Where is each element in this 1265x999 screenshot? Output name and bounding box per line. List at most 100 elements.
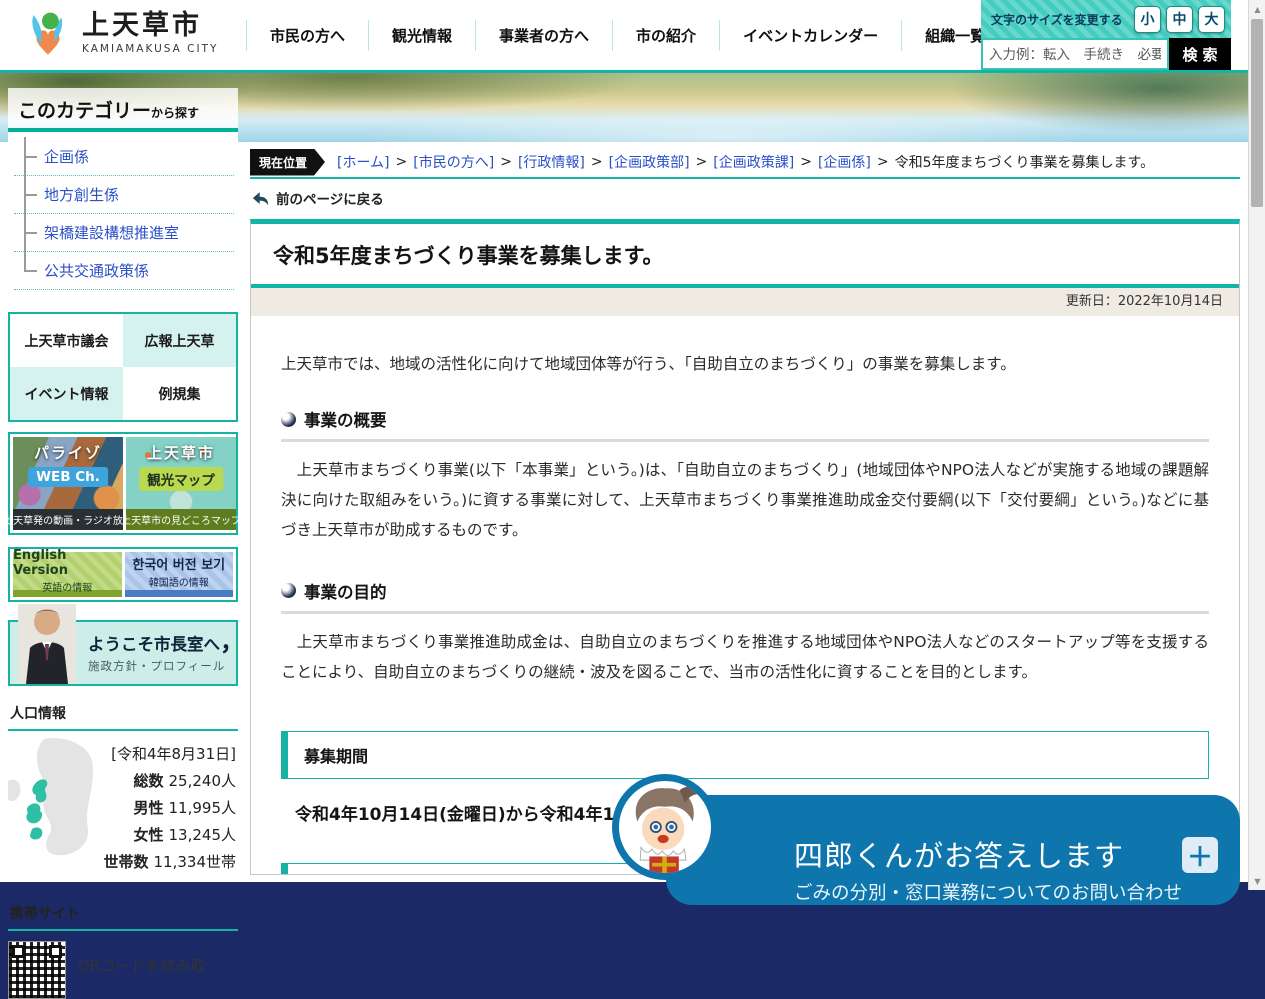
- breadcrumb-link-kikakuseisakubu[interactable]: [企画政策部]: [609, 152, 690, 172]
- sightseeing-map-banner[interactable]: 上天草市 観光マップ 上天草市の見どころマップ: [126, 437, 236, 530]
- scroll-down-icon[interactable]: ▼: [1249, 873, 1265, 889]
- breadcrumb: 現在位置 [ホーム] > [市民の方へ] > [行政情報] > [企画政策部] …: [250, 150, 1240, 174]
- banner-title: English Version: [13, 548, 122, 578]
- population-row: 女性13,245人: [94, 822, 236, 849]
- scroll-up-icon[interactable]: ▲: [1249, 1, 1265, 17]
- section-bullet-icon: [281, 583, 296, 598]
- page-title: 令和5年度まちづくり事業を募集します。: [251, 224, 1239, 284]
- banner-strip: [125, 590, 234, 597]
- updated-date-bar: 更新日：2022年10月14日: [251, 288, 1239, 316]
- sightseeing-map-image: 上天草市 観光マップ: [126, 437, 236, 509]
- quick-link-koho[interactable]: 広報上天草: [123, 314, 236, 367]
- site-search: 検索: [981, 38, 1231, 70]
- nav-item-tourism[interactable]: 観光情報: [369, 20, 476, 51]
- qr-code-image: [8, 941, 66, 999]
- banner-chip: 観光マップ: [139, 467, 223, 491]
- breadcrumb-separator: >: [877, 154, 889, 170]
- chatbot-title: 四郎くんがお答えします: [794, 833, 1124, 875]
- header-tools: 文字のサイズを変更する 小 中 大 検索: [981, 0, 1231, 70]
- banner-text: 上天草市: [126, 442, 236, 463]
- page: 上天草市 KAMIAMAKUSA CITY 市民の方へ 観光情報 事業者の方へ …: [0, 0, 1265, 890]
- scrollbar[interactable]: ▲ ▼: [1248, 0, 1265, 890]
- sidebar-item-kakyokensetsu[interactable]: 架橋建設構想推進室: [14, 214, 234, 252]
- qr-caption: QRコードを読み取: [78, 941, 205, 976]
- search-button[interactable]: 検索: [1169, 38, 1231, 70]
- global-nav: 市民の方へ 観光情報 事業者の方へ 市の紹介 イベントカレンダー 組織一覧: [246, 0, 1009, 70]
- banner-subtitle: 英語の情報: [42, 579, 92, 594]
- media-banner-box: パライゾ WEB Ch. 上天草発の動画・ラジオ放送 上天草市 観光マップ 上天…: [8, 432, 238, 535]
- back-link-label: 前のページに戻る: [276, 188, 384, 208]
- divider: [281, 439, 1209, 442]
- nav-item-citizens[interactable]: 市民の方へ: [246, 20, 369, 51]
- breadcrumb-label: 現在位置: [250, 149, 325, 176]
- section-paragraph: 上天草市まちづくり事業(以下「本事業」という。)は、「自助自立のまちづくり」(地…: [281, 455, 1209, 546]
- nav-item-event-calendar[interactable]: イベントカレンダー: [720, 20, 902, 51]
- mayor-room-banner[interactable]: ようこそ市長室へ， 施政方針・プロフィール: [8, 620, 238, 686]
- language-banner-box: English Version 英語の情報 한국어 버전 보기 韓国語の情報: [8, 547, 238, 602]
- search-input[interactable]: [981, 38, 1169, 70]
- population-block: [令和4年8月31日] 総数25,240人 男性11,995人 女性13,245…: [8, 731, 238, 884]
- sidebar-item-chihososei[interactable]: 地方創生係: [14, 176, 234, 214]
- breadcrumb-separator: >: [800, 154, 812, 170]
- web-channel-banner[interactable]: パライゾ WEB Ch. 上天草発の動画・ラジオ放送: [13, 437, 123, 530]
- shiro-kun-avatar[interactable]: [612, 774, 718, 880]
- chatbot-banner: 四郎くんがお答えします ごみの分別・窓口業務についてのお問い合わせ ＋: [612, 762, 1248, 890]
- section-bullet-icon: [281, 412, 296, 427]
- city-name-en: KAMIAMAKUSA CITY: [82, 43, 218, 55]
- breadcrumb-link-kikakuseisakuka[interactable]: [企画政策課]: [713, 152, 794, 172]
- sidebar: このカテゴリー から探す 企画係 地方創生係 架橋建設構想推進室 公共交通政策係…: [8, 88, 238, 999]
- section-heading-overview: 事業の概要: [281, 407, 1209, 431]
- nav-item-about-city[interactable]: 市の紹介: [613, 20, 720, 51]
- site-logo[interactable]: 上天草市 KAMIAMAKUSA CITY: [24, 9, 218, 57]
- font-size-widget: 文字のサイズを変更する 小 中 大: [981, 0, 1231, 38]
- quick-link-council[interactable]: 上天草市議会: [10, 314, 123, 367]
- updated-date: 更新日：2022年10月14日: [1066, 294, 1223, 309]
- breadcrumb-link-home[interactable]: [ホーム]: [337, 152, 390, 172]
- category-title: このカテゴリー: [18, 96, 151, 123]
- expand-icon[interactable]: ＋: [1182, 837, 1218, 873]
- mobile-site-heading: 携帯サイト: [10, 903, 238, 923]
- category-link[interactable]: 地方創生係: [44, 186, 119, 204]
- section-paragraph: 上天草市まちづくり事業推進助成金は、自助自立のまちづくりを推進する地域団体やNP…: [281, 627, 1209, 687]
- divider: [281, 611, 1209, 614]
- font-size-large-button[interactable]: 大: [1198, 6, 1225, 33]
- breadcrumb-link-citizens[interactable]: [市民の方へ]: [413, 152, 494, 172]
- population-heading: 人口情報: [10, 703, 238, 723]
- mayor-photo: [18, 604, 76, 684]
- banner-caption: 上天草発の動画・ラジオ放送: [13, 509, 123, 530]
- city-logo-icon: [24, 9, 72, 57]
- category-link[interactable]: 架橋建設構想推進室: [44, 224, 179, 242]
- category-link[interactable]: 企画係: [44, 148, 89, 166]
- web-channel-image: パライゾ WEB Ch.: [13, 437, 123, 509]
- banner-chip: WEB Ch.: [28, 467, 108, 487]
- chatbot-panel[interactable]: 四郎くんがお答えします ごみの分別・窓口業務についてのお問い合わせ ＋: [666, 795, 1240, 905]
- category-link[interactable]: 公共交通政策係: [44, 262, 149, 280]
- sidebar-item-kotsu[interactable]: 公共交通政策係: [14, 252, 234, 290]
- divider: [250, 177, 1240, 179]
- nav-item-business[interactable]: 事業者の方へ: [476, 20, 613, 51]
- banner-text: パライゾ: [13, 442, 123, 463]
- breadcrumb-separator: >: [500, 154, 512, 170]
- quick-link-events[interactable]: イベント情報: [10, 367, 123, 420]
- category-header: このカテゴリー から探す: [8, 88, 238, 132]
- font-size-small-button[interactable]: 小: [1134, 6, 1161, 33]
- intro-paragraph: 上天草市では、地域の活性化に向けて地域団体等が行う、「自助自立のまちづくり」の事…: [281, 352, 1209, 374]
- banner-title: 한국어 버전 보기: [132, 554, 225, 573]
- back-to-previous-link[interactable]: 前のページに戻る: [252, 188, 1240, 208]
- population-data: [令和4年8月31日] 総数25,240人 男性11,995人 女性13,245…: [94, 737, 238, 876]
- scrollbar-thumb[interactable]: [1251, 19, 1263, 207]
- sidebar-item-kikaku[interactable]: 企画係: [14, 138, 234, 176]
- korean-version-banner[interactable]: 한국어 버전 보기 韓国語の情報: [125, 552, 234, 597]
- english-version-banner[interactable]: English Version 英語の情報: [13, 552, 122, 597]
- chatbot-subtitle: ごみの分別・窓口業務についてのお問い合わせ: [794, 879, 1182, 905]
- breadcrumb-link-gyosei[interactable]: [行政情報]: [518, 152, 585, 172]
- category-title-suffix: から探す: [151, 104, 199, 121]
- back-arrow-icon: [252, 191, 269, 206]
- font-size-label: 文字のサイズを変更する: [991, 11, 1129, 28]
- section-heading-purpose: 事業の目的: [281, 579, 1209, 603]
- quick-link-reikishu[interactable]: 例規集: [123, 367, 236, 420]
- mayor-banner-subtitle: 施政方針・プロフィール: [88, 658, 236, 674]
- font-size-medium-button[interactable]: 中: [1166, 6, 1193, 33]
- breadcrumb-link-kikakukakari[interactable]: [企画係]: [818, 152, 871, 172]
- site-header: 上天草市 KAMIAMAKUSA CITY 市民の方へ 観光情報 事業者の方へ …: [0, 0, 1248, 70]
